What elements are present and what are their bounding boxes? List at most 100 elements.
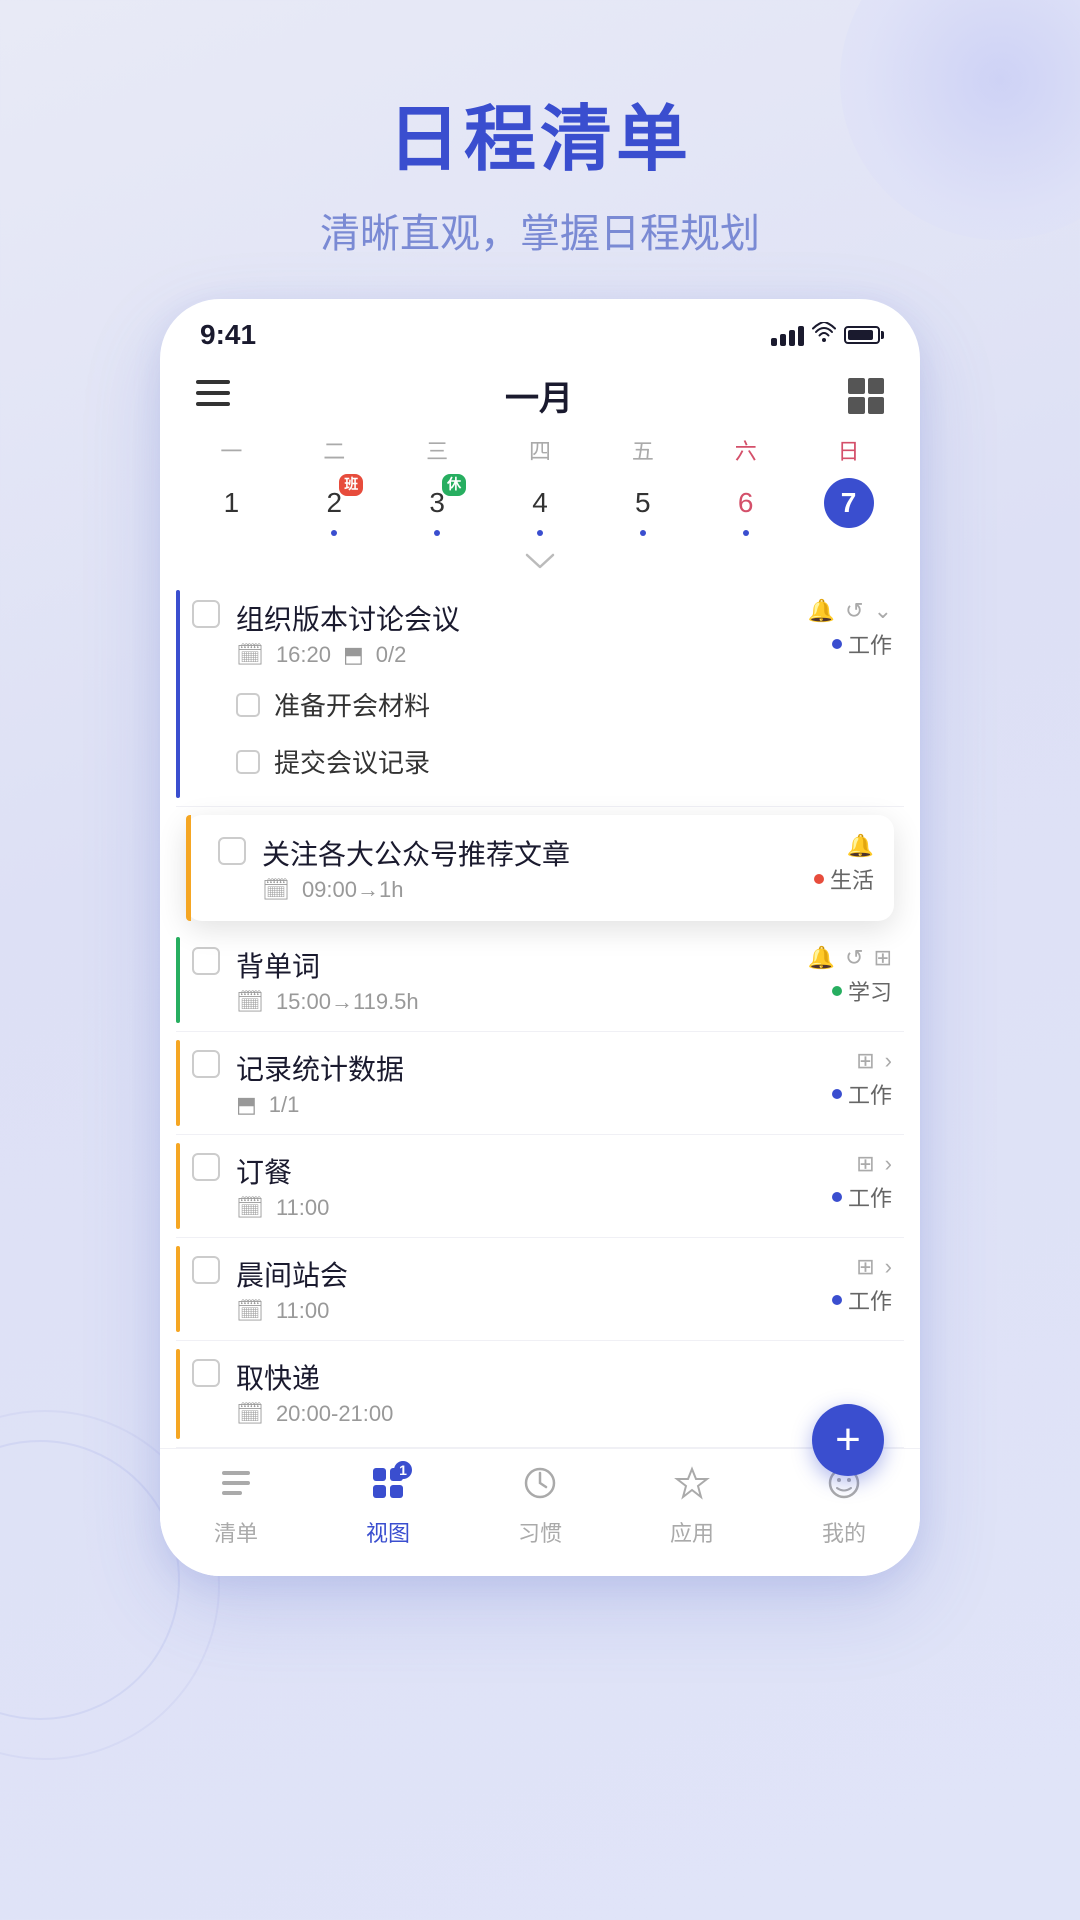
tag-dot-5: [832, 1192, 842, 1202]
task-time-icon-7: 🗓: [236, 1401, 264, 1427]
arrow-icon-5[interactable]: ›: [885, 1151, 892, 1177]
weekday-thu: 四: [489, 430, 592, 470]
task-row-main-1: 组织版本讨论会议 🗓 16:20 ⬒ 0/2 🔔 ↺ ⌄: [192, 598, 892, 668]
task-content-2: 关注各大公众号推荐文章 🗓 09:00→1h: [262, 833, 814, 903]
task-checkbox-7[interactable]: [192, 1359, 220, 1387]
task-checkbox-5[interactable]: [192, 1153, 220, 1181]
status-time: 9:41: [200, 319, 256, 351]
date-5[interactable]: 5: [591, 474, 694, 540]
task-checkbox-4[interactable]: [192, 1050, 220, 1078]
task-item-2[interactable]: 关注各大公众号推荐文章 🗓 09:00→1h 🔔 生活: [186, 815, 894, 921]
task-actions-2: 🔔 生活: [814, 833, 874, 895]
fab-add-button[interactable]: +: [812, 1404, 884, 1476]
date-dot-4: [537, 530, 543, 536]
task-tag-5: 工作: [832, 1181, 892, 1213]
status-icons: [771, 322, 880, 348]
task-title-1: 组织版本讨论会议: [236, 598, 808, 638]
tag-dot-1: [832, 639, 842, 649]
task-checkbox-3[interactable]: [192, 947, 220, 975]
task-time-icon-6: 🗓: [236, 1298, 264, 1324]
tag-label-6: 工作: [848, 1284, 892, 1316]
subtask-title-1-1: 准备开会材料: [274, 686, 430, 723]
task-bar-4: [176, 1040, 180, 1126]
task-item-5[interactable]: 订餐 🗓 11:00 ⊞ › 工作: [176, 1135, 904, 1238]
task-title-7: 取快递: [236, 1357, 892, 1397]
task-time-7: 20:00-21:00: [276, 1401, 393, 1427]
task-bar-5: [176, 1143, 180, 1229]
calendar-dates-row: 1 2 班 3 休 4 5 6 7: [160, 474, 920, 540]
task-item-4[interactable]: 记录统计数据 ⬒ 1/1 ⊞ › 工作: [176, 1032, 904, 1135]
expand-icon-1[interactable]: ⌄: [874, 598, 892, 624]
subtask-1-2[interactable]: 提交会议记录: [236, 733, 892, 790]
nav-icon-list: [218, 1465, 254, 1510]
bottom-nav: 清单 1 视图 习惯: [160, 1448, 920, 1576]
task-item-1[interactable]: 组织版本讨论会议 🗓 16:20 ⬒ 0/2 🔔 ↺ ⌄: [176, 582, 904, 807]
task-item-3[interactable]: 背单词 🗓 15:00→119.5h 🔔 ↺ ⊞ 学习: [176, 929, 904, 1032]
task-actions-4: ⊞ › 工作: [832, 1048, 892, 1110]
nav-label-habit: 习惯: [518, 1516, 562, 1548]
task-bar-6: [176, 1246, 180, 1332]
view-toggle-icon[interactable]: [848, 378, 884, 414]
date-6[interactable]: 6: [694, 474, 797, 540]
task-title-3: 背单词: [236, 945, 808, 985]
alarm-icon-2: 🔔: [847, 833, 874, 859]
calendar-expand-icon[interactable]: [160, 548, 920, 582]
task-time-5: 11:00: [276, 1195, 329, 1221]
subtask-checkbox-1-1[interactable]: [236, 693, 260, 717]
task-subtask-icon-4: ⬒: [236, 1092, 257, 1118]
subtask-checkbox-1-2[interactable]: [236, 750, 260, 774]
nav-label-app: 应用: [670, 1516, 714, 1548]
task-meta-7: 🗓 20:00-21:00: [236, 1401, 892, 1427]
subtask-1-1[interactable]: 准备开会材料: [236, 676, 892, 733]
task-checkbox-2[interactable]: [218, 837, 246, 865]
task-subtask-icon-1: ⬒: [343, 642, 364, 668]
task-title-6: 晨间站会: [236, 1254, 832, 1294]
task-tag-2: 生活: [814, 863, 874, 895]
date-4[interactable]: 4: [489, 474, 592, 540]
nav-item-list[interactable]: 清单: [160, 1465, 312, 1548]
tag-label-2: 生活: [830, 863, 874, 895]
nav-badge-view: 1: [394, 1461, 412, 1479]
tag-label-4: 工作: [848, 1078, 892, 1110]
task-content-3: 背单词 🗓 15:00→119.5h: [236, 945, 808, 1015]
weekday-sun: 日: [797, 430, 900, 470]
task-subtask-count-1: 0/2: [376, 642, 407, 668]
task-time-1: 16:20: [276, 642, 331, 668]
signal-icon: [771, 324, 804, 346]
task-time-icon-3: 🗓: [236, 989, 264, 1015]
nav-item-me[interactable]: 我的: [768, 1465, 920, 1548]
date-3[interactable]: 3 休: [386, 474, 489, 540]
nav-label-view: 视图: [366, 1516, 410, 1548]
wifi-icon: [812, 322, 836, 348]
task-tag-1: 工作: [832, 628, 892, 660]
nav-item-habit[interactable]: 习惯: [464, 1465, 616, 1548]
task-time-3: 15:00→119.5h: [276, 989, 419, 1015]
tag-label-1: 工作: [848, 628, 892, 660]
arrow-icon-4[interactable]: ›: [885, 1048, 892, 1074]
menu-icon[interactable]: [196, 380, 230, 412]
date-7[interactable]: 7: [797, 474, 900, 540]
task-actions-5: ⊞ › 工作: [832, 1151, 892, 1213]
month-display: 一月: [505, 371, 573, 420]
task-meta-3: 🗓 15:00→119.5h: [236, 989, 808, 1015]
date-1[interactable]: 1: [180, 474, 283, 540]
task-checkbox-1[interactable]: [192, 600, 220, 628]
weekday-wed: 三: [386, 430, 489, 470]
weekday-mon: 一: [180, 430, 283, 470]
date-dot-5: [640, 530, 646, 536]
grid-icon-5: ⊞: [856, 1151, 874, 1177]
weekday-fri: 五: [591, 430, 694, 470]
nav-item-app[interactable]: 应用: [616, 1465, 768, 1548]
task-time-icon-5: 🗓: [236, 1195, 264, 1221]
tag-label-5: 工作: [848, 1181, 892, 1213]
date-2[interactable]: 2 班: [283, 474, 386, 540]
task-checkbox-6[interactable]: [192, 1256, 220, 1284]
grid-icon-4: ⊞: [856, 1048, 874, 1074]
task-item-7[interactable]: 取快递 🗓 20:00-21:00: [176, 1341, 904, 1448]
task-time-icon-1: 🗓: [236, 642, 264, 668]
task-item-6[interactable]: 晨间站会 🗓 11:00 ⊞ › 工作: [176, 1238, 904, 1341]
arrow-icon-6[interactable]: ›: [885, 1254, 892, 1280]
nav-item-view[interactable]: 1 视图: [312, 1465, 464, 1548]
fab-icon: +: [835, 1415, 861, 1465]
task-time-icon-2: 🗓: [262, 877, 290, 903]
